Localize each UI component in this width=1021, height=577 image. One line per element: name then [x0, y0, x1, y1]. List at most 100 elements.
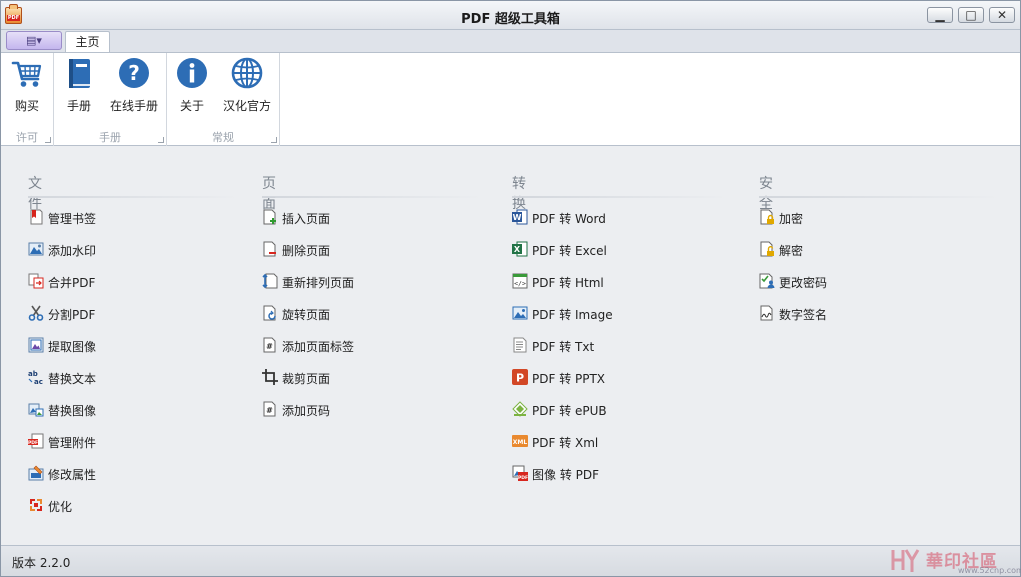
section-divider	[262, 196, 482, 198]
optimize-icon	[30, 499, 42, 511]
split-pdf-label: 分割PDF	[48, 308, 96, 322]
svg-text:PDF: PDF	[28, 440, 38, 446]
word-icon: W	[512, 209, 528, 225]
optimize-label: 优化	[48, 500, 73, 514]
ribbon-group-manual: 手册 ? 在线手册 手册	[54, 53, 167, 146]
app-window: PDF PDF 超级工具箱 ▁ □ ✕ ▤▾ 主页 购买 许可 手册 ? 在线手…	[0, 0, 1021, 577]
pdf-to-html-label: PDF 转 Html	[532, 276, 604, 290]
edit-properties-label: 修改属性	[48, 468, 97, 482]
maximize-button[interactable]: □	[958, 7, 984, 23]
ribbon-group-label: 手册	[99, 131, 121, 144]
online-manual-button[interactable]: ? 在线手册	[106, 57, 162, 119]
main-content: 文件 管理书签 添加水印 合并PDF 分割PDF 提取图像 ab ac 替换文本…	[1, 147, 1020, 545]
delete-pages-label: 删除页面	[282, 244, 331, 258]
globe-icon	[231, 57, 263, 89]
group-launcher-icon[interactable]	[45, 137, 51, 143]
app-menu-button[interactable]: ▤▾	[6, 31, 62, 50]
section-divider	[759, 196, 999, 198]
section-title: 页面	[262, 176, 276, 212]
replace-image-icon	[28, 403, 44, 417]
crop-icon	[262, 369, 278, 385]
digital-signature-icon	[760, 305, 773, 321]
section-divider	[512, 196, 727, 198]
pdf-to-epub-label: PDF 转 ePUB	[532, 404, 607, 418]
properties-icon	[28, 465, 44, 481]
change-password-label: 更改密码	[779, 276, 828, 290]
site-watermark: 華印社區 www.52cnp.com	[886, 546, 1021, 576]
svg-text:ac: ac	[34, 378, 43, 385]
decrypt-label: 解密	[779, 244, 804, 258]
ribbon-group-license: 购买 许可	[1, 53, 54, 146]
svg-text:?: ?	[128, 61, 140, 85]
digital-signature-label: 数字签名	[779, 308, 828, 322]
status-bar: 版本 2.2.0 華印社區 www.52cnp.com	[1, 545, 1021, 576]
about-button-label: 关于	[179, 99, 204, 113]
watermark-logo-icon	[891, 549, 920, 572]
tab-home[interactable]: 主页	[65, 31, 110, 53]
insert-page-icon	[263, 209, 276, 225]
group-launcher-icon[interactable]	[158, 137, 164, 143]
image-to-pdf-label: 图像 转 PDF	[532, 468, 600, 482]
buy-button-label: 购买	[14, 99, 39, 113]
crop-pages-label: 裁剪页面	[282, 372, 331, 386]
manage-bookmarks-label: 管理书签	[48, 212, 97, 226]
cart-icon	[11, 61, 42, 87]
manual-button-label: 手册	[66, 99, 91, 113]
section-title: 转换	[512, 176, 526, 212]
manage-attachments-label: 管理附件	[48, 436, 97, 450]
manual-button[interactable]: 手册	[59, 57, 99, 119]
xml-icon: XML	[512, 435, 528, 447]
minimize-button[interactable]: ▁	[927, 7, 953, 23]
bookmark-icon	[30, 209, 43, 225]
section-divider	[28, 196, 238, 198]
pdf-to-xml-label: PDF 转 Xml	[532, 436, 599, 450]
ribbon-group-label: 常规	[212, 131, 234, 144]
image-icon	[512, 306, 528, 320]
reorder-pages-icon	[262, 273, 278, 289]
watermark-icon	[28, 242, 44, 256]
replace-text-icon: ab ac	[28, 370, 43, 385]
localization-site-button[interactable]: 汉化官方	[219, 57, 275, 119]
svg-text:ab: ab	[28, 370, 38, 378]
insert-pages-label: 插入页面	[282, 212, 331, 226]
pdf-to-pptx-label: PDF 转 PPTX	[532, 372, 606, 386]
reorder-pages-label: 重新排列页面	[282, 276, 355, 290]
txt-icon	[513, 337, 527, 353]
excel-icon: X	[512, 241, 528, 257]
add-page-numbers-label: 添加页码	[282, 404, 331, 418]
group-launcher-icon[interactable]	[271, 137, 277, 143]
page-number-icon: #	[263, 401, 276, 417]
encrypt-label: 加密	[779, 212, 804, 226]
svg-text:#: #	[266, 406, 273, 415]
pdf-to-txt-label: PDF 转 Txt	[532, 340, 595, 354]
html-icon: </>	[512, 273, 528, 289]
image-to-pdf-icon: PDF	[512, 465, 528, 481]
section-title: 安全	[759, 176, 773, 212]
replace-images-label: 替换图像	[48, 404, 97, 418]
about-button[interactable]: 关于	[173, 57, 211, 119]
add-page-labels-label: 添加页面标签	[282, 340, 355, 354]
decrypt-icon	[760, 241, 774, 257]
buy-button[interactable]: 购买	[7, 57, 47, 119]
svg-text:PDF: PDF	[518, 475, 528, 481]
ribbon-tab-row: ▤▾ 主页	[1, 30, 1020, 53]
svg-text:P: P	[516, 372, 524, 385]
delete-page-icon	[263, 241, 276, 257]
online-manual-button-label: 在线手册	[109, 99, 158, 113]
extract-image-icon	[28, 337, 44, 353]
book-icon	[69, 59, 90, 88]
encrypt-icon	[760, 209, 774, 225]
watermark-url: www.52cnp.com	[958, 566, 1021, 575]
rotate-page-icon	[263, 305, 276, 321]
add-watermark-label: 添加水印	[48, 244, 97, 258]
help-icon: ?	[119, 58, 149, 88]
merge-icon	[28, 273, 44, 289]
pdf-to-image-label: PDF 转 Image	[532, 308, 613, 322]
rotate-pages-label: 旋转页面	[282, 308, 331, 322]
close-button[interactable]: ✕	[989, 7, 1015, 23]
ribbon-group-general: 关于 汉化官方 常规	[167, 53, 280, 146]
svg-text:#: #	[266, 342, 273, 351]
window-title: PDF 超级工具箱	[461, 12, 560, 27]
svg-text:X: X	[514, 245, 521, 254]
localization-site-button-label: 汉化官方	[222, 99, 271, 113]
